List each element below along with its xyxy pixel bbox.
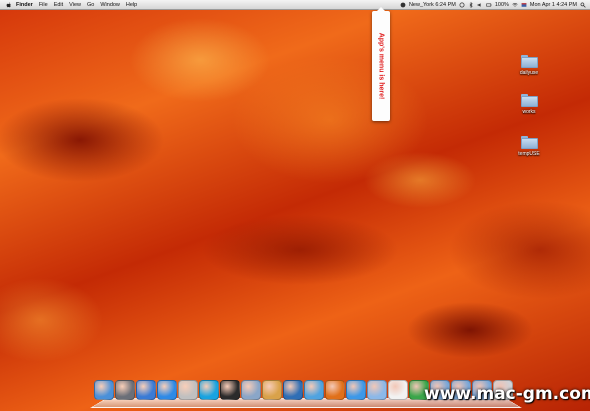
dashboard-icon[interactable] [220, 380, 240, 400]
spotlight-icon[interactable] [580, 2, 586, 8]
clock-city-label[interactable]: New_York 6:24 PM [409, 2, 456, 8]
folder-icon [520, 94, 538, 107]
google-earth-icon[interactable] [283, 380, 303, 400]
volume-icon[interactable] [477, 2, 483, 8]
app-store-icon[interactable] [157, 380, 177, 400]
wifi-icon[interactable] [512, 2, 518, 8]
menu-extras: New_York 6:24 PM 100% Mon Apr 1 4:24 PM [400, 0, 586, 10]
folder-label: works [522, 109, 536, 115]
folder-icon [520, 136, 538, 149]
messages-icon[interactable] [346, 380, 366, 400]
photo-booth-icon[interactable] [178, 380, 198, 400]
app-status-icon[interactable] [400, 2, 406, 8]
finder-icon[interactable] [94, 380, 114, 400]
skype-icon[interactable] [199, 380, 219, 400]
tooltip-callout: App's menu is here! [372, 7, 390, 121]
menu-bar: Finder File Edit View Go Window Help New… [0, 0, 590, 10]
folder-label: dailyuse [519, 70, 539, 76]
textedit-icon[interactable] [388, 380, 408, 400]
folder-dailyuse[interactable]: dailyuse [509, 55, 549, 76]
clock-datetime[interactable]: Mon Apr 1 4:24 PM [530, 2, 577, 8]
bluetooth-icon[interactable] [468, 2, 474, 8]
menu-file[interactable]: File [39, 2, 48, 8]
timemachine-icon[interactable] [459, 2, 465, 8]
preview-icon[interactable] [241, 380, 261, 400]
battery-percent: 100% [494, 2, 509, 8]
menu-help[interactable]: Help [126, 2, 137, 8]
folder-works[interactable]: works [509, 94, 549, 115]
mail-icon[interactable] [367, 380, 387, 400]
safari-icon[interactable] [304, 380, 324, 400]
apple-menu-icon[interactable] [6, 1, 12, 8]
itunes-icon[interactable] [136, 380, 156, 400]
battery-icon[interactable] [486, 2, 492, 8]
folder-icon [520, 55, 538, 68]
callout-arrow [377, 7, 385, 11]
menu-finder[interactable]: Finder [16, 2, 33, 8]
menu-edit[interactable]: Edit [54, 2, 63, 8]
launchpad-icon[interactable] [115, 380, 135, 400]
menu-view[interactable]: View [69, 2, 81, 8]
flag-icon[interactable] [521, 2, 527, 8]
menu-window[interactable]: Window [100, 2, 120, 8]
folder-label: tempUSE [518, 151, 540, 157]
xcode-icon[interactable] [262, 380, 282, 400]
watermark: www.mac-gm.com [424, 384, 590, 404]
desktop[interactable]: Finder File Edit View Go Window Help New… [0, 0, 590, 411]
folder-tempuse[interactable]: tempUSE [509, 136, 549, 157]
firefox-icon[interactable] [325, 380, 345, 400]
callout-text: App's menu is here! [377, 32, 385, 100]
menu-go[interactable]: Go [87, 2, 94, 8]
